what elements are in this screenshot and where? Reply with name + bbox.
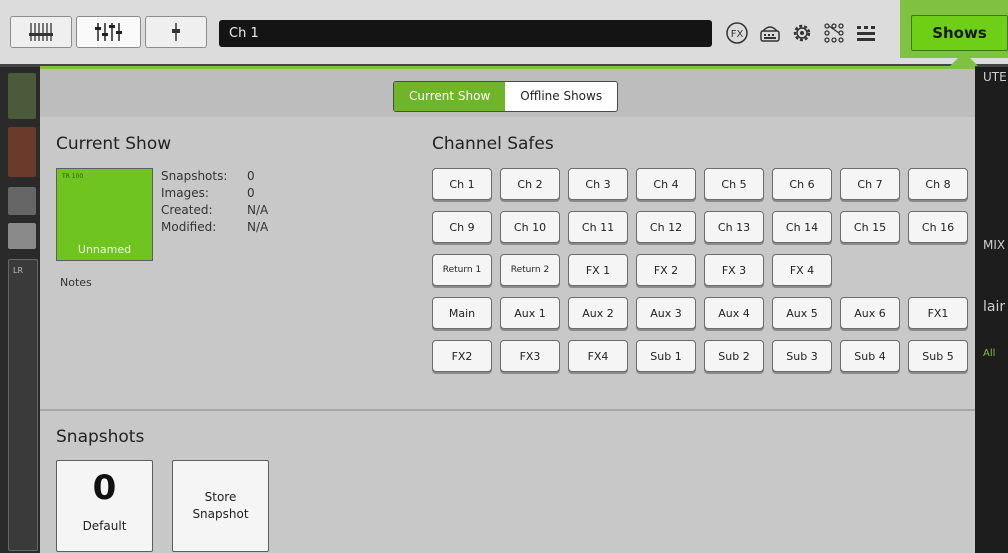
show-name: Unnamed (77, 243, 132, 256)
meters-icon (857, 26, 875, 41)
channel-safe-button[interactable]: Ch 2 (500, 168, 560, 200)
bg-main-label: lair (983, 299, 1006, 315)
channel-safe-button[interactable]: Aux 4 (704, 297, 764, 329)
show-info-values: 0 0 N/A N/A (247, 168, 268, 236)
mixer-overview-button[interactable] (10, 16, 72, 48)
svg-text:FX: FX (731, 29, 744, 40)
shows-panel: Current Show Offline Shows Current Show … (40, 66, 975, 553)
background-mixer-left: LR (0, 67, 40, 553)
channel-safe-button[interactable]: FX 3 (704, 254, 764, 286)
meters-button[interactable] (853, 21, 879, 45)
bg-meter-strip (8, 127, 36, 177)
store-snapshot-button[interactable]: Store Snapshot (172, 460, 269, 552)
bg-fader-track: LR (8, 259, 38, 551)
channel-safe-button[interactable]: Ch 11 (568, 211, 628, 243)
fx-icon: FX (726, 22, 748, 44)
tab-offline-shows[interactable]: Offline Shows (505, 82, 617, 111)
snapshots-title: Snapshots (56, 427, 145, 447)
store-snapshot-label: Store Snapshot (192, 490, 249, 521)
snapshot-count: 0 (92, 468, 117, 508)
usb-recorder-icon (760, 26, 780, 42)
channel-strip-button[interactable] (76, 16, 141, 48)
top-toolbar: Ch 1 FX (0, 0, 1008, 67)
channel-safe-button[interactable]: Ch 13 (704, 211, 764, 243)
fader-view-button[interactable] (145, 16, 207, 48)
created-value: N/A (247, 203, 269, 217)
channel-safe-button[interactable]: Ch 16 (908, 211, 968, 243)
channel-safe-button[interactable]: FX3 (500, 340, 560, 372)
settings-gear-icon (793, 24, 811, 42)
channel-safe-button[interactable]: Main (432, 297, 492, 329)
channel-safe-button[interactable]: Ch 7 (840, 168, 900, 200)
fx-button[interactable]: FX (724, 21, 750, 45)
channel-safe-button[interactable]: FX2 (432, 340, 492, 372)
images-value: 0 (247, 186, 255, 200)
channel-safe-button[interactable]: Aux 3 (636, 297, 696, 329)
modified-label: Modified: (161, 220, 217, 234)
usb-recorder-button[interactable] (757, 21, 783, 45)
patching-icon (824, 23, 844, 43)
channel-safe-button[interactable]: FX 1 (568, 254, 628, 286)
channel-safe-button[interactable]: Sub 5 (908, 340, 968, 372)
current-show-title: Current Show (56, 134, 172, 154)
channel-safe-button[interactable]: Sub 2 (704, 340, 764, 372)
bg-button (8, 223, 36, 249)
channel-safe-button[interactable]: Ch 3 (568, 168, 628, 200)
show-thumbnail[interactable]: TR 100 Unnamed (56, 168, 153, 261)
mixer-overview-icon (29, 23, 53, 41)
channel-safe-button[interactable]: Aux 6 (840, 297, 900, 329)
channel-safe-button[interactable]: FX 4 (772, 254, 832, 286)
snapshots-label: Snapshots: (161, 169, 228, 183)
snapshots-value: 0 (247, 169, 255, 183)
show-thumb-tag: TR 100 (62, 173, 84, 180)
channel-safe-button[interactable]: Ch 5 (704, 168, 764, 200)
channel-safe-button[interactable]: Ch 14 (772, 211, 832, 243)
shows-button[interactable]: Shows (911, 15, 1008, 51)
bg-mute-label: UTE (983, 70, 1007, 84)
channel-safe-button[interactable]: Ch 8 (908, 168, 968, 200)
bg-meter-strip (8, 73, 36, 119)
bg-button (8, 187, 36, 215)
channel-safe-button[interactable]: Return 1 (432, 254, 492, 286)
show-tabs: Current Show Offline Shows (393, 81, 619, 112)
channel-safes-grid: Ch 1 Ch 2 Ch 3 Ch 4 Ch 5 Ch 6 Ch 7 Ch 8 Ch 9 Ch 1… (432, 168, 968, 372)
notes-label[interactable]: Notes (60, 276, 92, 289)
channel-safe-button[interactable]: Sub 1 (636, 340, 696, 372)
channel-safe-button[interactable]: Ch 10 (500, 211, 560, 243)
channel-safes-title: Channel Safes (432, 134, 554, 154)
channel-safe-button[interactable]: Ch 9 (432, 211, 492, 243)
channel-strip-icon (94, 23, 122, 41)
channel-name-display[interactable]: Ch 1 (219, 20, 712, 47)
patching-button[interactable] (821, 21, 847, 45)
popup-pointer (950, 52, 978, 66)
bg-mix-label: MIX (983, 238, 1006, 252)
channel-safe-button[interactable]: Sub 3 (772, 340, 832, 372)
channel-safe-button[interactable]: Ch 1 (432, 168, 492, 200)
channel-safe-button[interactable]: Ch 6 (772, 168, 832, 200)
bg-all-label: All (983, 348, 996, 359)
tab-current-show[interactable]: Current Show (394, 82, 506, 111)
channel-safe-button[interactable]: Sub 4 (840, 340, 900, 372)
channel-safe-button[interactable]: FX 2 (636, 254, 696, 286)
section-divider (40, 409, 975, 411)
channel-safe-button[interactable]: Aux 5 (772, 297, 832, 329)
images-label: Images: (161, 186, 209, 200)
channel-safe-button[interactable]: Aux 1 (500, 297, 560, 329)
channel-safe-button[interactable]: Return 2 (500, 254, 560, 286)
default-snapshot-card[interactable]: 0 Default (56, 460, 153, 552)
background-mixer-right: UTE MIX lair All (975, 67, 1008, 553)
show-info-labels: Snapshots: Images: Created: Modified: (161, 168, 227, 236)
settings-button[interactable] (789, 21, 815, 45)
channel-safe-button[interactable]: Aux 2 (568, 297, 628, 329)
channel-safe-button[interactable]: Ch 12 (636, 211, 696, 243)
channel-safe-button[interactable]: Ch 4 (636, 168, 696, 200)
created-label: Created: (161, 203, 213, 217)
channel-safe-button[interactable]: FX4 (568, 340, 628, 372)
default-snapshot-label: Default (82, 519, 127, 533)
channel-safe-button[interactable]: FX1 (908, 297, 968, 329)
modified-value: N/A (247, 220, 269, 234)
channel-safe-button[interactable]: Ch 15 (840, 211, 900, 243)
bg-lr-label: LR (13, 266, 24, 275)
fader-icon (172, 23, 180, 41)
